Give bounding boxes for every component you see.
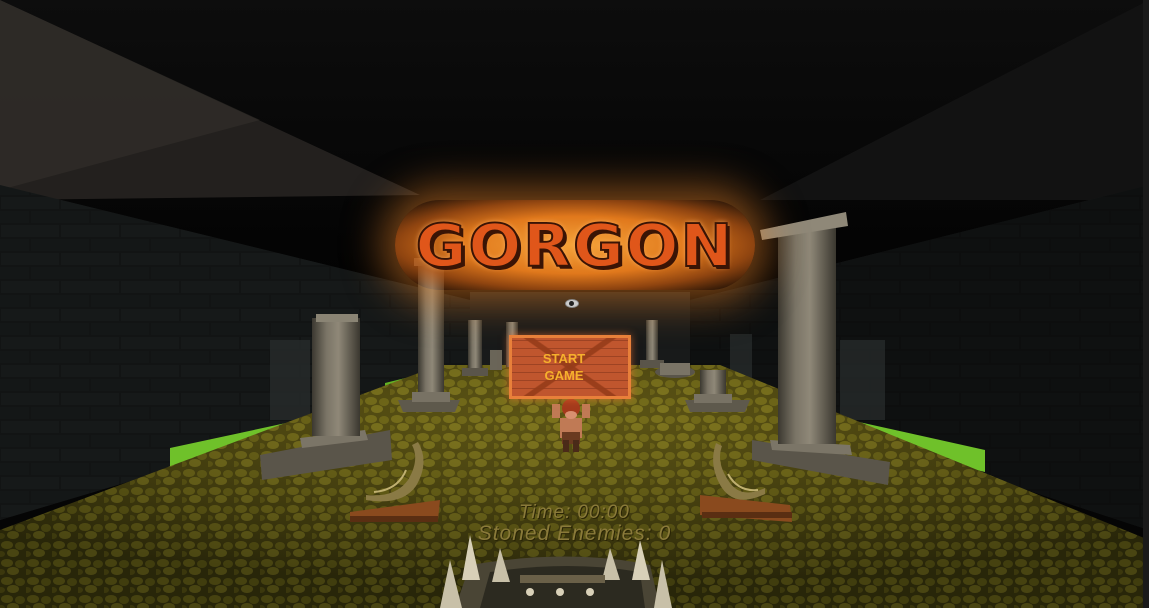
start-line-1: START bbox=[542, 351, 586, 366]
game-title: GORGON bbox=[415, 209, 735, 280]
game-title-sign: GORGON bbox=[395, 200, 755, 290]
eye-icon bbox=[565, 299, 579, 308]
time-label: Time: bbox=[519, 502, 572, 523]
hud-stoned-enemies: Stoned Enemies: 0 bbox=[0, 522, 1149, 546]
time-value: 00:00 bbox=[577, 502, 630, 523]
hud-time: Time: 00:00 bbox=[0, 502, 1149, 524]
start-line-2: GAME bbox=[544, 368, 584, 383]
game-viewport: GORGON START GAME Time: 00:00 Stoned Enem… bbox=[0, 0, 1149, 608]
start-game-label: START GAME bbox=[539, 350, 589, 384]
stoned-enemies-value: 0 bbox=[658, 522, 672, 545]
start-game-button[interactable]: START GAME bbox=[509, 335, 631, 399]
stoned-enemies-label: Stoned Enemies: bbox=[477, 522, 653, 545]
